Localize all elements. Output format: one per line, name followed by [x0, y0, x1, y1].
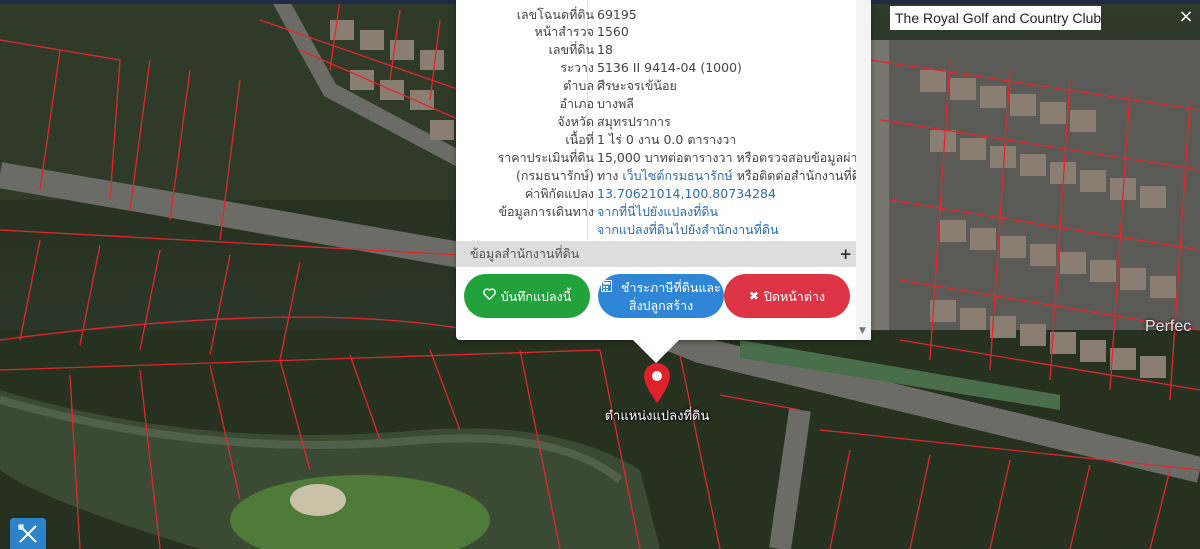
row-area: เนื้อที่ 1 ไร่ 0 งาน 0.0 ตารางวา [456, 131, 856, 149]
price-value: 15,000 บาทต่อตารางวา หรือตรวจสอบข้อมูลผ่… [597, 150, 856, 165]
expand-plus-icon[interactable]: + [839, 241, 852, 267]
land-no-label: เลขที่ดิน [548, 42, 594, 57]
land-office-section-toggle[interactable]: ข้อมูลสำนักงานที่ดิน + [456, 241, 856, 267]
province-value: สมุทรปราการ [597, 114, 671, 129]
district-value: บางพลี [597, 96, 634, 111]
treasury-website-link[interactable]: เว็บไซต์กรมธนารักษ์ [622, 168, 732, 183]
map-marker-icon[interactable] [642, 362, 672, 404]
close-window-label: ปิดหน้าต่าง [763, 288, 826, 304]
tax-label-line1: ชำระภาษีที่ดินและ [621, 279, 721, 295]
price-label: ราคาประเมินที่ดิน [497, 150, 594, 165]
pay-land-tax-button[interactable]: ชำระภาษีที่ดินและ สิ่งปลูกสร้าง [598, 274, 724, 318]
popup-pointer [632, 339, 680, 363]
map-poi-label: Perfec [1145, 318, 1192, 335]
place-label[interactable]: The Royal Golf and Country Club, Thap Y [890, 6, 1101, 30]
price-note-prefix: ทาง [597, 168, 619, 183]
route-to-parcel-link[interactable]: จากที่นี่ไปยังแปลงที่ดิน [597, 203, 718, 221]
close-window-button[interactable]: ✖ ปิดหน้าต่าง [724, 274, 850, 318]
row-deed-no: เลขโฉนดที่ดิน 69195 [456, 6, 856, 24]
row-coords: ค่าพิกัดแปลง 13.70621014,100.80734284 [456, 185, 856, 203]
travel-label: ข้อมูลการเดินทาง [498, 204, 594, 219]
row-province: จังหวัด สมุทรปราการ [456, 113, 856, 131]
province-label: จังหวัด [557, 114, 594, 129]
parcel-info-popup: เลขโฉนดที่ดิน 69195 หน้าสำรวจ 1560 เลขที… [456, 0, 871, 340]
marker-label: ตำแหน่งแปลงที่ดิน [604, 409, 710, 424]
price-note-suffix: หรือติดต่อสำนักงานที่ดิน [736, 168, 856, 183]
row-survey-page: หน้าสำรวจ 1560 [456, 23, 856, 41]
row-travel: ข้อมูลการเดินทาง จากที่นี่ไปยังแปลงที่ดิ… [456, 203, 856, 221]
map-sheet-label: ระวาง [560, 60, 594, 75]
deed-no-value: 69195 [597, 7, 637, 22]
subdistrict-value: ศีรษะจรเข้น้อย [597, 78, 677, 93]
area-value: 1 ไร่ 0 งาน 0.0 ตารางวา [597, 132, 737, 147]
row-land-no: เลขที่ดิน 18 [456, 41, 856, 59]
close-icon[interactable]: × [1174, 4, 1198, 30]
price-note: ทาง เว็บไซต์กรมธนารักษ์ หรือติดต่อสำนักง… [597, 167, 856, 185]
row-district: อำเภอ บางพลี [456, 95, 856, 113]
survey-page-value: 1560 [597, 24, 629, 39]
land-office-section-title: ข้อมูลสำนักงานที่ดิน [470, 246, 580, 261]
row-price-1: ราคาประเมินที่ดิน 15,000 บาทต่อตารางวา ห… [456, 149, 856, 167]
row-subdistrict: ตำบล ศีรษะจรเข้น้อย [456, 77, 856, 95]
deed-no-label: เลขโฉนดที่ดิน [516, 7, 594, 22]
area-label: เนื้อที่ [565, 132, 594, 147]
heart-icon [482, 287, 496, 305]
row-travel-2: จากแปลงที่ดินไปยังสำนักงานที่ดิน [456, 221, 856, 239]
calculator-icon [601, 279, 616, 295]
save-parcel-label: บันทึกแปลงนี้ [500, 288, 572, 304]
parcel-details: เลขโฉนดที่ดิน 69195 หน้าสำรวจ 1560 เลขที… [456, 0, 856, 240]
coords-label: ค่าพิกัดแปลง [524, 186, 594, 201]
measure-tool-button[interactable] [10, 518, 46, 549]
price-source-label: (กรมธนารักษ์) [516, 168, 594, 183]
route-to-office-link[interactable]: จากแปลงที่ดินไปยังสำนักงานที่ดิน [597, 221, 779, 239]
map-sheet-value: 5136 II 9414-04 (1000) [597, 60, 742, 75]
row-map-sheet: ระวาง 5136 II 9414-04 (1000) [456, 59, 856, 77]
pay-land-tax-label: ชำระภาษีที่ดินและ สิ่งปลูกสร้าง [601, 279, 721, 314]
row-price-2: (กรมธนารักษ์) ทาง เว็บไซต์กรมธนารักษ์ หร… [456, 167, 856, 185]
scroll-down-arrow-icon[interactable]: ▼ [859, 326, 866, 336]
close-x-icon: ✖ [748, 288, 759, 303]
coords-link[interactable]: 13.70621014,100.80734284 [597, 185, 776, 203]
district-label: อำเภอ [559, 96, 594, 111]
subdistrict-label: ตำบล [563, 78, 594, 93]
survey-page-label: หน้าสำรวจ [534, 24, 594, 39]
popup-scrollbar[interactable] [856, 0, 871, 340]
save-parcel-button[interactable]: บันทึกแปลงนี้ [464, 274, 590, 318]
land-no-value: 18 [597, 42, 613, 57]
ruler-pencil-icon [18, 524, 37, 543]
tax-label-line2: สิ่งปลูกสร้าง [628, 297, 694, 313]
